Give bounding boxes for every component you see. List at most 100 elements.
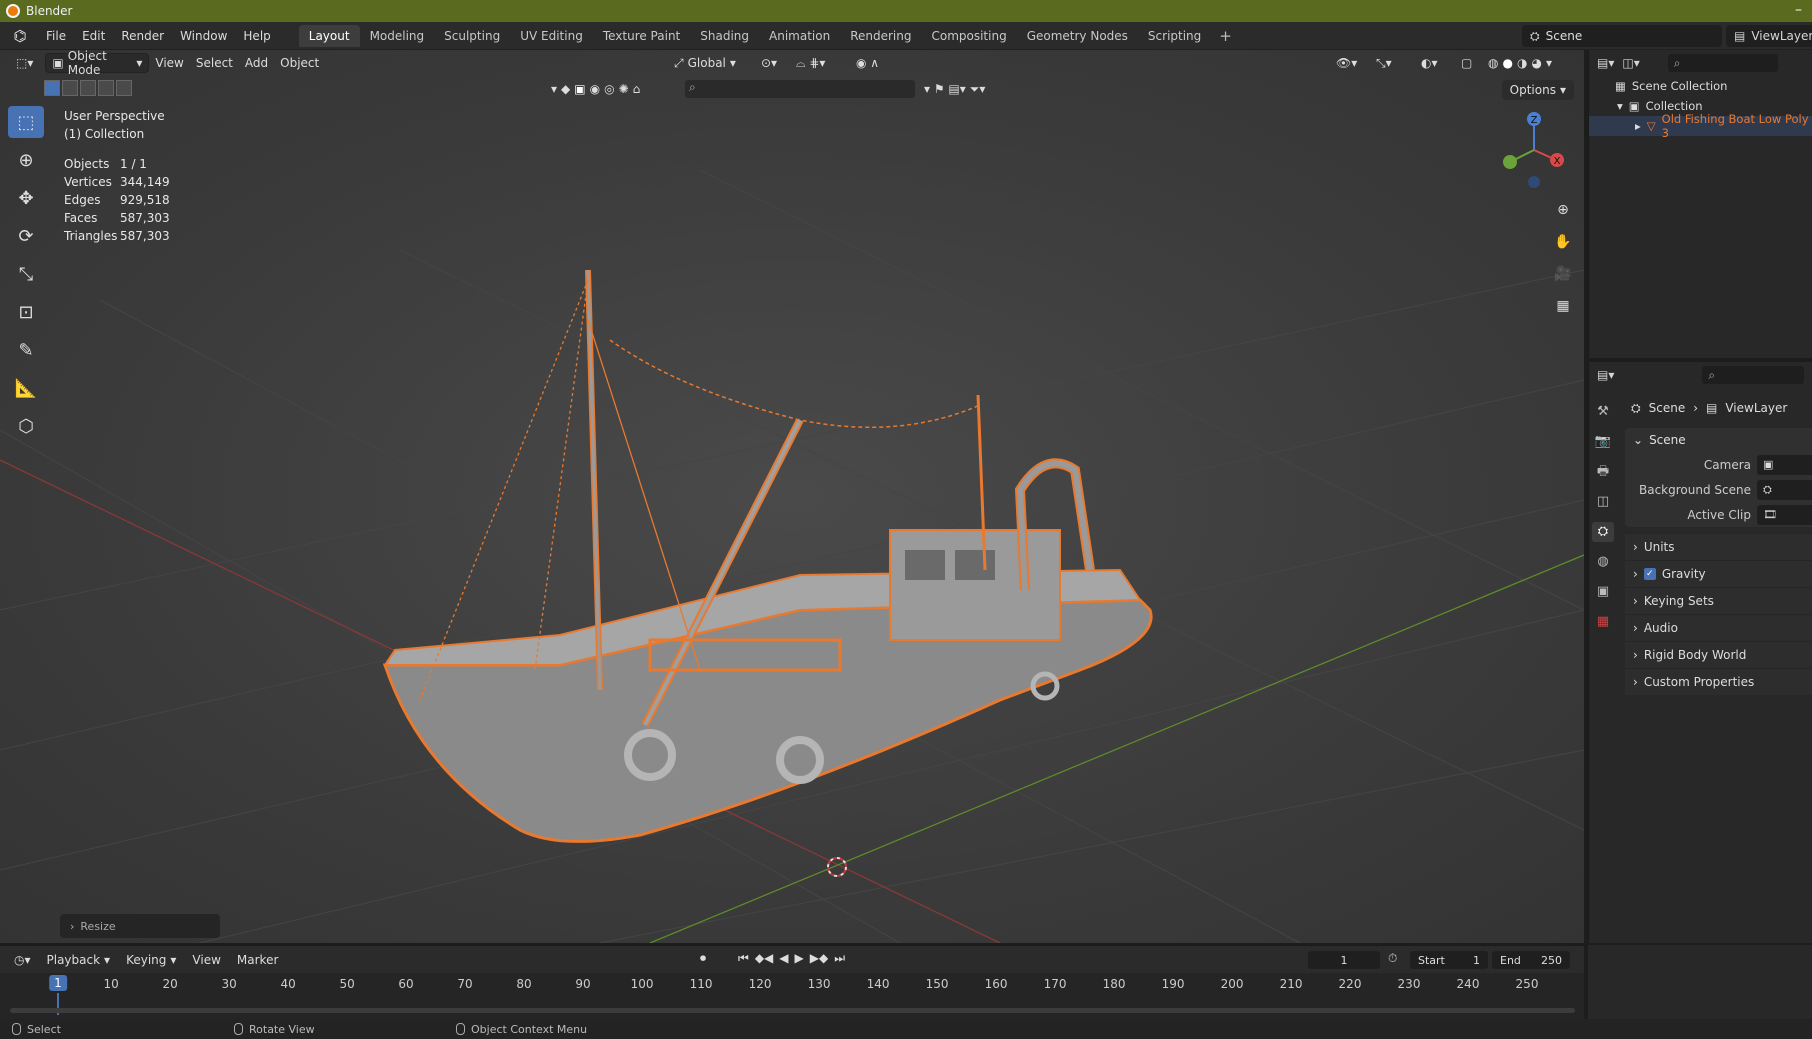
menu-file[interactable]: File — [38, 29, 74, 43]
world-tab-icon[interactable]: ◍ — [1592, 552, 1614, 572]
options-dropdown[interactable]: Options ▾ — [1501, 80, 1574, 100]
pan-hand-icon[interactable]: ✋ — [1551, 230, 1575, 254]
current-frame-indicator[interactable]: 1 — [49, 975, 67, 991]
overlays-toggle[interactable]: ◐▾ — [1415, 53, 1444, 73]
outliner-search-input[interactable]: ⌕ — [1667, 54, 1778, 72]
play-icon[interactable]: ▶ — [795, 951, 804, 966]
jump-start-icon[interactable]: ⏮ — [738, 951, 749, 966]
boat-model[interactable] — [382, 269, 1153, 843]
outliner-scene-collection[interactable]: ▦ Scene Collection — [1589, 76, 1812, 96]
rendered-shading-icon[interactable]: ◕ — [1531, 56, 1541, 70]
keying-sets-panel-header[interactable]: › Keying Sets — [1625, 587, 1812, 614]
blender-menu-icon[interactable]: ⌬ — [10, 28, 30, 44]
select-extend-icon[interactable] — [62, 80, 78, 96]
shading-buttons[interactable]: ◍ ● ◑ ◕ ▾ — [1482, 53, 1558, 73]
background-scene-input[interactable]: ⛭ — [1757, 479, 1812, 500]
object-filter-icon[interactable]: ▣ — [574, 82, 585, 96]
transform-orientation-dropdown[interactable]: ⤢ Global ▾ — [668, 53, 742, 73]
units-panel-header[interactable]: › Units — [1625, 533, 1812, 560]
timeline-scrollbar[interactable] — [10, 1008, 1575, 1013]
record-icon[interactable]: ⏺ — [700, 951, 706, 966]
display-mode-icon[interactable]: ◫▾ — [1622, 56, 1639, 70]
texture-tab-icon[interactable]: ▦ — [1592, 612, 1614, 632]
xray-toggle[interactable]: ▢ — [1455, 53, 1478, 73]
marker-menu[interactable]: Marker — [229, 953, 286, 967]
solid-shading-icon[interactable]: ● — [1502, 56, 1512, 70]
scene-panel-header[interactable]: ⌄ Scene — [1625, 428, 1812, 452]
properties-search-input[interactable]: ⌕ — [1702, 366, 1804, 384]
menu-window[interactable]: Window — [172, 29, 235, 43]
select-box-tool[interactable]: ⬚ — [8, 106, 44, 138]
camera-view-icon[interactable]: 🎥 — [1551, 262, 1575, 286]
next-keyframe-icon[interactable]: ▶◆ — [810, 951, 828, 966]
camera-filter-icon[interactable]: ⌂ — [633, 82, 641, 96]
current-frame-input[interactable]: 1 — [1308, 951, 1380, 969]
keying-menu[interactable]: Keying ▾ — [118, 953, 184, 967]
timeline-editor-icon[interactable]: ◷▾ — [6, 953, 39, 967]
material-shading-icon[interactable]: ◑ — [1517, 56, 1527, 70]
measure-tool[interactable]: 📐 — [8, 372, 44, 404]
custom-properties-panel-header[interactable]: › Custom Properties — [1625, 668, 1812, 695]
zoom-icon[interactable]: ⊕ — [1551, 198, 1575, 222]
output-tab-icon[interactable]: 🖶 — [1592, 462, 1614, 482]
ortho-grid-icon[interactable]: ▦ — [1551, 294, 1575, 318]
geometry-filter-icon[interactable]: ◆ — [561, 82, 570, 96]
visibility-button[interactable]: 👁▾ — [1330, 53, 1363, 73]
last-operator-panel[interactable]: › Resize — [60, 914, 220, 938]
tab-modeling[interactable]: Modeling — [360, 25, 435, 47]
gravity-panel-header[interactable]: › ✓ Gravity — [1625, 560, 1812, 587]
cursor-tool[interactable]: ⊕ — [8, 144, 44, 176]
snap-button[interactable]: ⌓ ⋕▾ — [790, 53, 831, 73]
menu-help[interactable]: Help — [235, 29, 278, 43]
mode-dropdown[interactable]: ▣ Object Mode ▾ — [45, 50, 150, 77]
add-cube-tool[interactable]: ⬡ — [8, 410, 44, 442]
stopwatch-icon[interactable]: ⏱ — [1388, 951, 1397, 966]
playback-menu[interactable]: Playback ▾ — [39, 953, 119, 967]
timeline-view-menu[interactable]: View — [184, 953, 228, 967]
rotate-tool[interactable]: ⟳ — [8, 220, 44, 252]
menu-edit[interactable]: Edit — [74, 29, 113, 43]
tab-rendering[interactable]: Rendering — [840, 25, 921, 47]
render-tab-icon[interactable]: 📷 — [1592, 432, 1614, 452]
navigation-gizmo[interactable]: Z X — [1490, 110, 1570, 190]
tab-geometry-nodes[interactable]: Geometry Nodes — [1017, 25, 1138, 47]
outliner-object[interactable]: ▸ ▽ Old Fishing Boat Low Poly 3 — [1589, 112, 1812, 140]
scale-tool[interactable]: ⤡ — [8, 258, 44, 290]
gravity-checkbox[interactable]: ✓ — [1643, 568, 1656, 580]
viewlayer-selector[interactable]: ▤ ViewLayer — [1726, 25, 1812, 47]
play-reverse-icon[interactable]: ◀ — [779, 951, 788, 966]
tab-scripting[interactable]: Scripting — [1138, 25, 1211, 47]
tab-layout[interactable]: Layout — [298, 24, 360, 47]
rigid-body-world-panel-header[interactable]: › Rigid Body World — [1625, 641, 1812, 668]
3d-viewport[interactable]: ⬚▾ ▣ Object Mode ▾ View Select Add Objec… — [0, 50, 1584, 943]
viewport-search-input[interactable]: ⌕ — [685, 80, 915, 98]
start-frame-input[interactable]: Start 1 — [1410, 951, 1488, 969]
active-clip-input[interactable]: 🎞 — [1757, 504, 1812, 525]
pivot-point-button[interactable]: ⊙▾ — [755, 53, 783, 73]
end-frame-input[interactable]: End 250 — [1492, 951, 1570, 969]
menu-object[interactable]: Object — [274, 53, 325, 73]
transform-tool[interactable]: ⊡ — [8, 296, 44, 328]
minimize-icon[interactable]: – — [1795, 2, 1802, 18]
light-filter-icon[interactable]: ✺ — [619, 82, 629, 96]
curve-filter-icon[interactable]: ◎ — [604, 82, 614, 96]
expand-arrow-icon[interactable]: ▾ — [1617, 99, 1623, 113]
jump-end-icon[interactable]: ⏭ — [834, 951, 845, 966]
select-invert-icon[interactable] — [98, 80, 114, 96]
view-layer-tab-icon[interactable]: ◫ — [1592, 492, 1614, 512]
menu-add[interactable]: Add — [239, 53, 274, 73]
timeline-area[interactable]: 1 10 20 30 40 50 60 70 80 90 100 110 120 130 140 150 16… — [0, 973, 1584, 1019]
menu-select[interactable]: Select — [190, 53, 239, 73]
expand-arrow-icon[interactable]: ▸ — [1635, 119, 1641, 133]
mesh-filter-icon[interactable]: ◉ — [590, 82, 600, 96]
annotate-tool[interactable]: ✎ — [8, 334, 44, 366]
tool-tab-icon[interactable]: ⚒ — [1592, 402, 1614, 422]
editor-type-button[interactable]: ⬚▾ — [10, 53, 39, 73]
properties-editor-icon[interactable]: ▤▾ — [1597, 368, 1614, 382]
camera-input[interactable]: ▣ — [1757, 454, 1812, 475]
menu-view[interactable]: View — [149, 53, 189, 73]
tab-texture-paint[interactable]: Texture Paint — [593, 25, 690, 47]
menu-render[interactable]: Render — [113, 29, 172, 43]
select-new-icon[interactable] — [44, 80, 60, 96]
select-intersect-icon[interactable] — [116, 80, 132, 96]
